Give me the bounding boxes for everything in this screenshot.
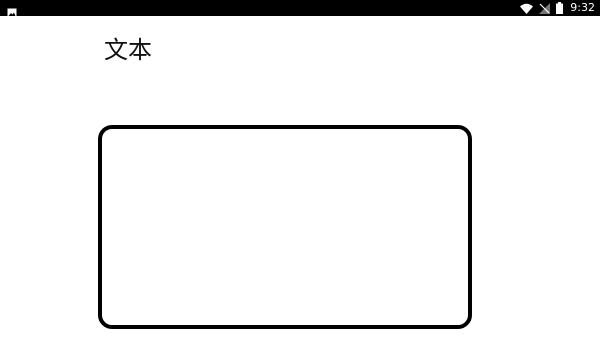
no-signal-icon	[539, 0, 551, 16]
status-bar: 9:32	[0, 0, 600, 18]
status-icons: 9:32	[520, 0, 595, 16]
text-input-box[interactable]	[98, 125, 472, 329]
status-time: 9:32	[570, 1, 595, 14]
image-notification-icon	[7, 3, 17, 18]
page-title: 文本	[104, 36, 152, 64]
battery-icon	[556, 0, 564, 16]
app-screen: 9:32 文本	[0, 0, 600, 337]
wifi-icon	[520, 0, 534, 16]
text-input[interactable]	[102, 129, 468, 325]
